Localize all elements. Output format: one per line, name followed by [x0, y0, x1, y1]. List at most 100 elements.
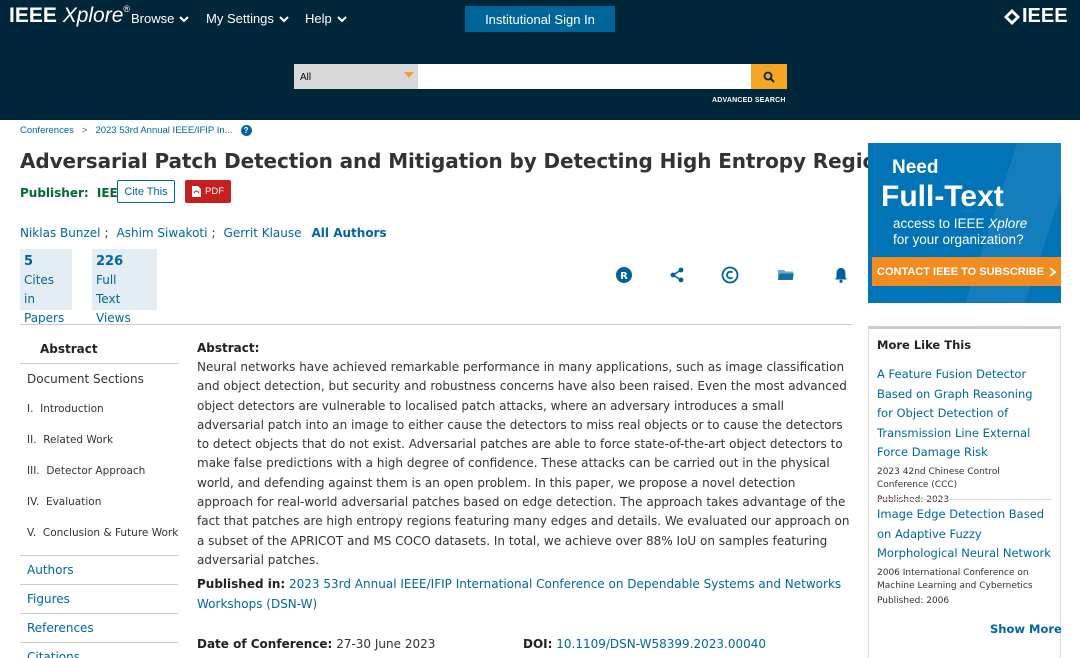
- sidebar-citations-link[interactable]: Citations: [20, 642, 178, 658]
- nav-help-label: Help: [305, 11, 332, 26]
- abstract-body: Neural networks have achieved remarkable…: [197, 360, 850, 567]
- related-article: Image Edge Detection Based on Adaptive F…: [877, 505, 1052, 606]
- nav-my-settings[interactable]: My Settings: [206, 11, 289, 26]
- sidebar-section-introduction[interactable]: I. Introduction: [20, 394, 178, 425]
- section-number: II.: [27, 434, 37, 446]
- pdf-label: PDF: [205, 186, 224, 197]
- more-like-this-heading: More Like This: [877, 338, 972, 352]
- copyright-icon[interactable]: [721, 266, 739, 284]
- abstract-heading: Abstract:: [197, 341, 260, 355]
- divider: [20, 324, 853, 325]
- svg-text:R: R: [620, 271, 628, 282]
- document-sidebar: Abstract Document Sections I. Introducti…: [20, 335, 178, 658]
- alert-bell-icon[interactable]: [832, 266, 850, 284]
- breadcrumb-conference-name[interactable]: 2023 53rd Annual IEEE/IFIP In...: [95, 125, 232, 136]
- section-label: Evaluation: [45, 496, 102, 508]
- sidebar-abstract[interactable]: Abstract: [20, 335, 178, 364]
- doi-link[interactable]: 10.1109/DSN-W58399.2023.00040: [556, 637, 766, 651]
- conference-date: Date of Conference: 27-30 June 2023: [197, 637, 435, 651]
- author-separator: ;: [104, 226, 109, 240]
- doi: DOI: 10.1109/DSN-W58399.2023.00040: [523, 637, 766, 651]
- all-authors-link[interactable]: All Authors: [312, 226, 387, 240]
- section-label: Related Work: [43, 434, 114, 446]
- rights-icon[interactable]: R: [615, 266, 633, 284]
- ieee-xplore-logo[interactable]: IEEE Xplore®: [9, 4, 130, 28]
- published-in: Published in: 2023 53rd Annual IEEE/IFIP…: [197, 575, 853, 614]
- ieee-brand-text: IEEE: [1022, 5, 1068, 27]
- sidebar-section-related-work[interactable]: II. Related Work: [20, 425, 178, 456]
- related-article-source: 2006 International Conference on Machine…: [877, 567, 1033, 591]
- search-button[interactable]: [751, 64, 787, 89]
- sidebar-section-detector-approach[interactable]: III. Detector Approach: [20, 456, 178, 487]
- folder-icon[interactable]: [777, 266, 795, 284]
- subscribe-ad-banner[interactable]: Need Full-Text access to IEEE Xplore for…: [868, 143, 1061, 303]
- author-link[interactable]: Ashim Siwakoti: [117, 226, 208, 240]
- nav-browse[interactable]: Browse: [131, 11, 190, 26]
- chevron-right-icon: [1049, 266, 1057, 277]
- logo-italic-text: Xplore: [62, 4, 124, 27]
- section-label: Detector Approach: [46, 465, 146, 477]
- share-icon[interactable]: [668, 266, 686, 284]
- author-link[interactable]: Niklas Bunzel: [20, 226, 100, 240]
- nav-help[interactable]: Help: [305, 11, 347, 26]
- ad-access-line: access to IEEE: [893, 216, 989, 231]
- ad-xplore-text: Xplore: [988, 216, 1028, 231]
- views-label-line2: Text Views: [96, 292, 131, 325]
- related-article-title[interactable]: A Feature Fusion Detector Based on Graph…: [877, 365, 1052, 463]
- search-bar: All: [294, 64, 787, 89]
- chevron-down-icon: [279, 15, 289, 22]
- views-count: 226: [96, 254, 124, 269]
- chevron-down-icon: [179, 15, 190, 22]
- help-icon[interactable]: ?: [240, 125, 252, 136]
- breadcrumb-conferences[interactable]: Conferences: [20, 125, 74, 136]
- show-more-link[interactable]: Show More: [990, 622, 1062, 636]
- top-header: IEEE Xplore® Browse My Settings Help Ins…: [0, 0, 1080, 120]
- published-in-label: Published in:: [197, 577, 286, 591]
- sidebar-figures-link[interactable]: Figures: [20, 584, 178, 613]
- published-in-link[interactable]: 2023 53rd Annual IEEE/IFIP International…: [197, 577, 841, 611]
- ad-organization-line: for your organization?: [893, 232, 1024, 247]
- institutional-sign-in-button[interactable]: Institutional Sign In: [465, 6, 615, 32]
- full-text-views-metric[interactable]: 226 Full Text Views: [92, 249, 157, 325]
- author-link[interactable]: Gerrit Klause: [224, 226, 302, 240]
- related-article-title[interactable]: Image Edge Detection Based on Adaptive F…: [877, 505, 1052, 564]
- cta-label: CONTACT IEEE TO SUBSCRIBE: [877, 265, 1045, 278]
- search-icon: [763, 71, 775, 83]
- search-input[interactable]: [418, 64, 751, 89]
- advanced-search-link[interactable]: ADVANCED SEARCH: [712, 97, 786, 104]
- sidebar-references-link[interactable]: References: [20, 613, 178, 642]
- contact-ieee-subscribe-button[interactable]: CONTACT IEEE TO SUBSCRIBE: [872, 257, 1061, 286]
- cites-in-papers-metric[interactable]: 5 Cites in Papers: [20, 249, 72, 325]
- logo-registered-mark: ®: [123, 4, 131, 14]
- doi-label: DOI:: [523, 637, 553, 651]
- chevron-down-icon: [337, 15, 347, 22]
- publisher-label: Publisher:: [20, 186, 89, 200]
- author-separator: ;: [211, 226, 216, 240]
- related-article-source: 2023 42nd Chinese Control Conference (CC…: [877, 466, 1000, 490]
- more-like-this-panel: More Like This A Feature Fusion Detector…: [868, 326, 1061, 658]
- section-label: Introduction: [40, 403, 104, 415]
- sidebar-section-conclusion[interactable]: V. Conclusion & Future Work: [20, 518, 178, 549]
- divider: [877, 499, 1052, 500]
- breadcrumb-separator: >: [81, 125, 88, 136]
- caret-down-icon: [404, 72, 414, 78]
- views-label-line1: Full: [96, 273, 117, 287]
- nav-browse-label: Browse: [131, 11, 175, 26]
- conference-date-label: Date of Conference:: [197, 637, 333, 651]
- ieee-brand-logo[interactable]: IEEE: [1004, 5, 1068, 28]
- cites-count: 5: [24, 254, 34, 269]
- cite-this-button[interactable]: Cite This: [117, 180, 175, 203]
- search-scope-select[interactable]: All: [294, 64, 418, 89]
- cites-label-line2: Papers: [24, 311, 65, 325]
- publisher-info: Publisher: IEEE: [20, 186, 126, 200]
- section-number: III.: [27, 465, 40, 477]
- search-scope-value: All: [300, 72, 312, 83]
- sidebar-section-evaluation[interactable]: IV. Evaluation: [20, 487, 178, 518]
- paper-title: Adversarial Patch Detection and Mitigati…: [20, 149, 903, 173]
- conference-date-value: 27-30 June 2023: [336, 637, 436, 651]
- sidebar-authors-link[interactable]: Authors: [20, 555, 178, 584]
- ieee-diamond-icon: [1004, 8, 1020, 25]
- cites-label-line1: Cites in: [24, 273, 55, 306]
- section-number: V.: [27, 527, 37, 539]
- pdf-button[interactable]: PDF: [185, 180, 231, 203]
